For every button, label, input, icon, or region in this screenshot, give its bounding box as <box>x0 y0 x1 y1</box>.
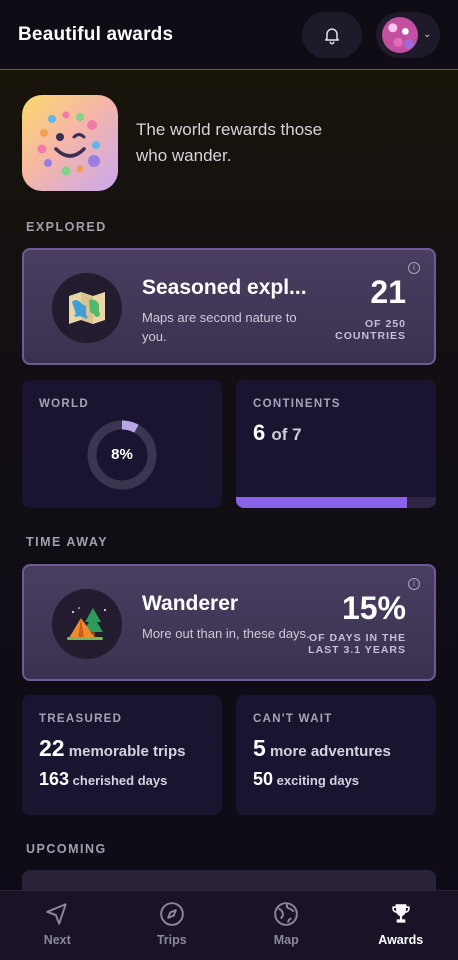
explorer-award-card[interactable]: Seasoned expl... Maps are second nature … <box>22 248 436 365</box>
continents-tile: CONTINENTS 6 of 7 <box>236 380 436 508</box>
continents-total: of 7 <box>271 425 302 444</box>
intro-section: The world rewards those who wander. <box>22 95 336 191</box>
award-description: More out than in, these days. <box>142 626 310 641</box>
nav-label: Awards <box>378 933 424 947</box>
cant-wait-label: CAN'T WAIT <box>253 713 333 725</box>
globe-icon <box>274 902 299 926</box>
award-title: Seasoned expl... <box>142 276 307 299</box>
profile-menu-button[interactable]: ⌄ <box>376 11 440 58</box>
bottom-navigation: Next Trips Map Awards <box>0 890 458 960</box>
avatar <box>382 16 418 53</box>
treasured-label: TREASURED <box>39 713 123 725</box>
treasured-tile: TREASURED 22 memorable trips 163 cherish… <box>22 695 222 815</box>
info-icon[interactable]: i <box>408 262 420 274</box>
map-badge-icon <box>52 273 122 343</box>
section-label-upcoming: UPCOMING <box>26 842 107 856</box>
page-title: Beautiful awards <box>18 23 174 45</box>
camping-tent-icon <box>52 589 122 659</box>
tagline: The world rewards those who wander. <box>136 120 323 165</box>
countries-count: 21 <box>370 274 406 310</box>
section-label-explored: EXPLORED <box>26 220 107 234</box>
continents-progress-fill <box>236 497 408 508</box>
section-label-time-away: TIME AWAY <box>26 535 109 549</box>
nav-label: Trips <box>156 933 187 947</box>
nav-item-awards[interactable]: Awards <box>344 891 458 960</box>
nav-item-map[interactable]: Map <box>229 891 344 960</box>
countries-sub-2: COUNTRIES <box>335 330 406 342</box>
world-percent: 8% <box>111 446 133 463</box>
nav-item-next[interactable]: Next <box>0 891 115 960</box>
treasured-trips-count: 22 <box>39 735 65 761</box>
award-description: Maps are second nature to you. <box>142 310 297 344</box>
upcoming-trips-text: more adventures <box>269 743 391 760</box>
nav-item-trips[interactable]: Trips <box>115 891 230 960</box>
info-icon[interactable]: i <box>408 578 420 590</box>
days-away-percent: 15% <box>341 590 406 626</box>
world-label: WORLD <box>39 398 89 410</box>
treasured-trips-text: memorable trips <box>68 743 186 760</box>
app-header: Beautiful awards ⌄ <box>0 0 458 70</box>
bell-icon <box>325 27 339 44</box>
days-away-sub-2: LAST 3.1 YEARS <box>308 644 406 656</box>
upcoming-days-count: 50 <box>253 769 274 789</box>
nav-label: Next <box>43 933 71 947</box>
compass-icon <box>159 902 184 926</box>
treasured-days-count: 163 <box>39 769 70 789</box>
continents-value: 6 of 7 <box>253 420 302 446</box>
treasured-days-text: cherished days <box>72 773 168 788</box>
award-title: Wanderer <box>142 592 239 615</box>
chevron-down-icon: ⌄ <box>423 29 432 40</box>
continents-count: 6 <box>253 420 266 445</box>
upcoming-days: 50 exciting days <box>253 769 359 790</box>
upcoming-days-text: exciting days <box>276 773 360 788</box>
upcoming-trips: 5 more adventures <box>253 735 391 762</box>
treasured-days: 163 cherished days <box>39 769 167 790</box>
wanderer-award-card[interactable]: Wanderer More out than in, these days. i… <box>22 564 436 681</box>
cant-wait-tile: CAN'T WAIT 5 more adventures 50 exciting… <box>236 695 436 815</box>
happy-face-logo-icon <box>22 95 118 191</box>
continents-label: CONTINENTS <box>253 398 341 410</box>
nav-label: Map <box>273 933 299 947</box>
navigation-arrow-icon <box>46 903 67 925</box>
upcoming-trips-count: 5 <box>253 735 266 761</box>
world-tile: WORLD 8% <box>22 380 222 508</box>
notifications-button[interactable] <box>302 11 362 58</box>
treasured-trips: 22 memorable trips <box>39 735 185 762</box>
trophy-icon <box>392 904 410 923</box>
